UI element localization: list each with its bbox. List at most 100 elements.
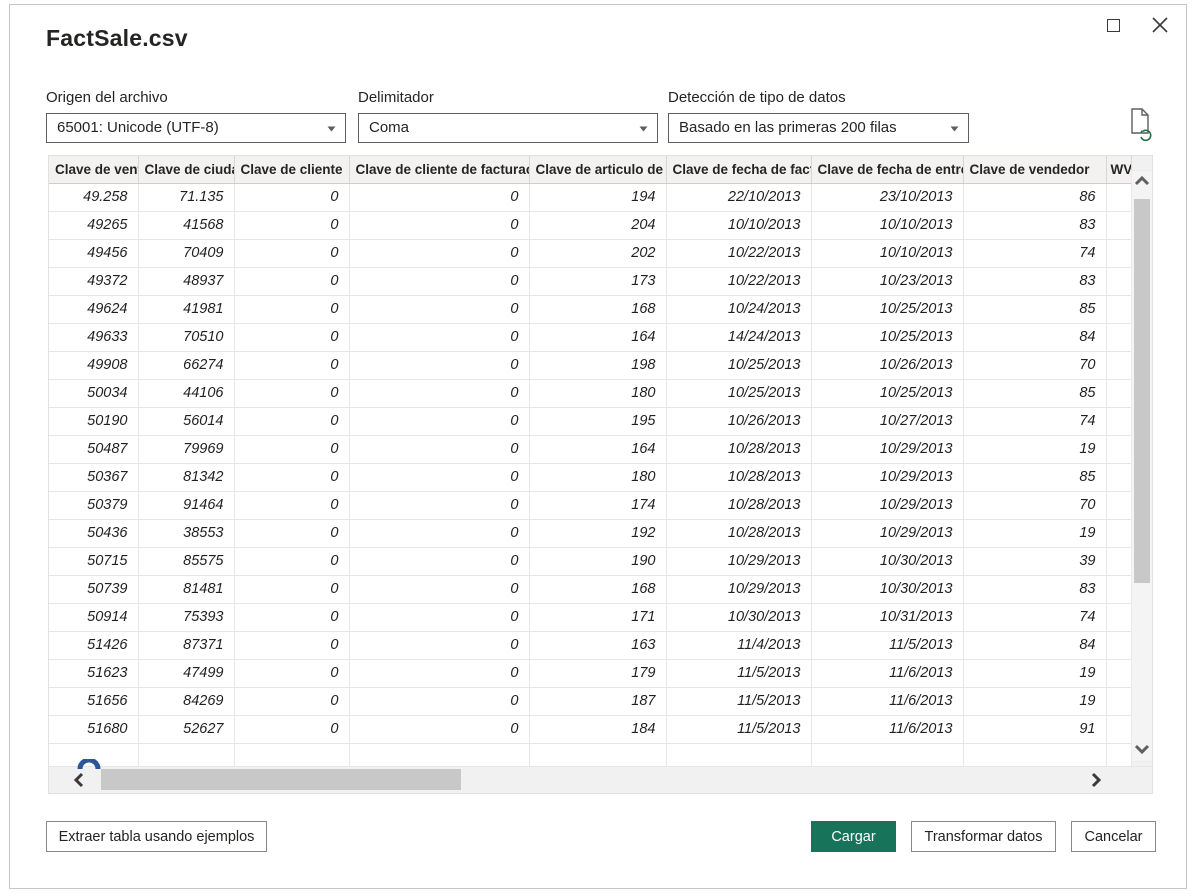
table-cell: 75393 [138, 603, 234, 631]
table-cell: 163 [529, 631, 666, 659]
chevron-down-icon [327, 126, 336, 132]
type-detection-select[interactable]: Basado en las primeras 200 filas [668, 113, 969, 143]
table-cell: 52627 [138, 715, 234, 743]
table-cell [1106, 267, 1131, 295]
file-origin-select[interactable]: 65001: Unicode (UTF-8) [46, 113, 346, 143]
table-cell: 49456 [49, 239, 138, 267]
table-cell: 10/29/2013 [666, 575, 811, 603]
table-cell: 10/30/2013 [666, 603, 811, 631]
table-cell: 10/29/2013 [811, 491, 963, 519]
file-origin-field: Origen del archivo 65001: Unicode (UTF-8… [46, 89, 346, 143]
delimiter-select[interactable]: Coma [358, 113, 658, 143]
table-cell [1106, 659, 1131, 687]
window-controls [1103, 13, 1172, 37]
type-detection-label: Detección de tipo de datos [668, 89, 969, 106]
table-cell: 0 [349, 575, 529, 603]
table-cell: 70 [963, 351, 1106, 379]
vertical-scrollbar[interactable] [1131, 170, 1153, 762]
maximize-icon [1107, 19, 1120, 32]
scroll-right-button[interactable] [1086, 770, 1106, 790]
table-cell: 51680 [49, 715, 138, 743]
table-cell: 164 [529, 323, 666, 351]
table-cell [1106, 463, 1131, 491]
table-row: 49372489370017310/22/201310/23/201383 [49, 267, 1131, 295]
chevron-left-icon [70, 770, 88, 790]
table-row: 49.25871.1350019422/10/201323/10/201386 [49, 183, 1131, 211]
table-cell: 0 [349, 519, 529, 547]
table-cell: 74 [963, 239, 1106, 267]
table-cell: 91464 [138, 491, 234, 519]
table-cell: 10/28/2013 [666, 519, 811, 547]
table-cell: 10/22/2013 [666, 239, 811, 267]
table-cell: 83 [963, 267, 1106, 295]
table-cell [1106, 687, 1131, 715]
table-cell: 202 [529, 239, 666, 267]
table-cell: 194 [529, 183, 666, 211]
table-cell: 10/28/2013 [666, 463, 811, 491]
table-cell: 0 [349, 687, 529, 715]
table-cell: 168 [529, 295, 666, 323]
table-cell: 66274 [138, 351, 234, 379]
table-cell: 195 [529, 407, 666, 435]
table-cell: 84 [963, 323, 1106, 351]
table-cell: 10/27/2013 [811, 407, 963, 435]
scroll-down-button[interactable] [1132, 741, 1152, 759]
table-cell: 11/6/2013 [811, 687, 963, 715]
table-cell: 0 [349, 323, 529, 351]
table-row: 49265415680020410/10/201310/10/201383 [49, 211, 1131, 239]
data-preview-grid: Clave de ventaClave de ciudadClave de cl… [48, 155, 1153, 794]
table-row: 50487799690016410/28/201310/29/201319 [49, 435, 1131, 463]
scroll-left-button[interactable] [69, 770, 89, 790]
table-cell: 0 [234, 407, 349, 435]
maximize-button[interactable] [1103, 15, 1124, 36]
table-cell: 0 [349, 267, 529, 295]
page-title: FactSale.csv [46, 25, 188, 52]
horizontal-scrollbar[interactable] [49, 766, 1152, 793]
table-cell: 0 [349, 379, 529, 407]
close-button[interactable] [1148, 13, 1172, 37]
table-cell: 0 [349, 491, 529, 519]
table-cell: 180 [529, 379, 666, 407]
chevron-down-icon [1132, 741, 1152, 757]
table-cell: 49624 [49, 295, 138, 323]
table-cell: 10/26/2013 [811, 351, 963, 379]
chevron-down-icon [950, 126, 959, 132]
table-cell: 0 [349, 659, 529, 687]
scroll-up-button[interactable] [1132, 173, 1152, 191]
load-button[interactable]: Cargar [811, 821, 896, 852]
table-cell: 10/24/2013 [666, 295, 811, 323]
table-cell: 81481 [138, 575, 234, 603]
table-cell: 0 [349, 407, 529, 435]
table-row: 50367813420018010/28/201310/29/201385 [49, 463, 1131, 491]
table-cell: 84 [963, 631, 1106, 659]
table-cell: 10/10/2013 [666, 211, 811, 239]
table-cell: 83 [963, 211, 1106, 239]
horizontal-scroll-thumb[interactable] [101, 769, 461, 790]
table-cell: 0 [349, 239, 529, 267]
vertical-scroll-thumb[interactable] [1134, 199, 1150, 583]
table-cell: 11/6/2013 [811, 715, 963, 743]
table-cell: 50367 [49, 463, 138, 491]
cancel-button[interactable]: Cancelar [1071, 821, 1156, 852]
table-cell: 174 [529, 491, 666, 519]
table-cell: 84269 [138, 687, 234, 715]
table-cell: 50379 [49, 491, 138, 519]
file-origin-label: Origen del archivo [46, 89, 346, 106]
table-row: 50379914640017410/28/201310/29/201370 [49, 491, 1131, 519]
table-cell: 10/10/2013 [811, 211, 963, 239]
table-cell: 50715 [49, 547, 138, 575]
chevron-up-icon [1132, 173, 1152, 189]
extract-table-button[interactable]: Extraer tabla usando ejemplos [46, 821, 267, 852]
csv-import-dialog: FactSale.csv Origen del archivo 65001: U… [9, 4, 1187, 889]
table-cell: 0 [234, 631, 349, 659]
table-cell: 22/10/2013 [666, 183, 811, 211]
decorative-arc-icon [77, 759, 101, 769]
table-cell: 11/5/2013 [811, 631, 963, 659]
grid-header-row: Clave de ventaClave de ciudadClave de cl… [49, 156, 1131, 183]
refresh-preview-button[interactable] [1126, 107, 1156, 143]
grid-body: 49.25871.1350019422/10/201323/10/2013864… [49, 183, 1131, 771]
table-cell: 50914 [49, 603, 138, 631]
transform-data-button[interactable]: Transformar datos [911, 821, 1056, 852]
table-row: 50190560140019510/26/201310/27/201374 [49, 407, 1131, 435]
table-row: 51426873710016311/4/201311/5/201384 [49, 631, 1131, 659]
